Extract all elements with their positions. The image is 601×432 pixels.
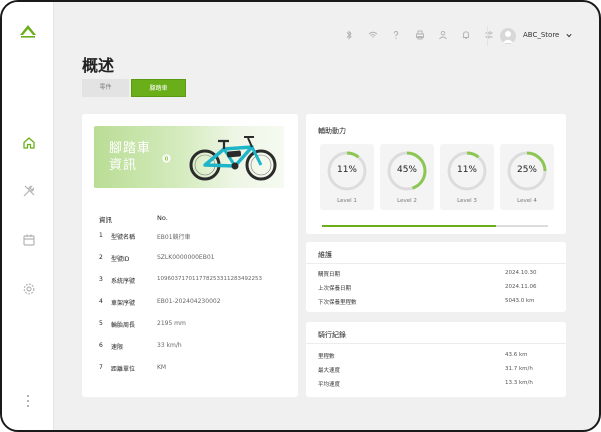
table-row-index: 1 — [99, 232, 103, 239]
info-column-header: 資訊 — [99, 216, 112, 224]
table-row-index: 5 — [99, 320, 103, 327]
list-item-label: 里程數 — [318, 354, 335, 360]
list-item-label: 購買日期 — [318, 272, 341, 278]
ride-log-card: 騎行紀錄 里程數 43.6 km 最大速度 31.7 km/h 平均速度 13.… — [306, 322, 566, 397]
list-item-label: 下次保養里程數 — [318, 300, 357, 306]
calendar-icon[interactable] — [22, 233, 36, 247]
gauge-label: Level 3 — [457, 198, 477, 204]
table-row-value: 2195 mm — [157, 320, 186, 327]
table-row-value: KM — [157, 364, 167, 371]
list-item-label: 上次保養日期 — [318, 286, 352, 292]
settings-icon[interactable] — [22, 282, 36, 296]
gauge-value: 11% — [456, 165, 477, 175]
assist-level-gauge[interactable]: 25% Level 4 — [500, 144, 554, 210]
gauge-label: Level 1 — [337, 198, 357, 204]
tab-bike[interactable]: 腳踏車 — [131, 79, 186, 97]
list-item-value: 31.7 km/h — [505, 366, 533, 372]
print-icon[interactable] — [415, 30, 425, 40]
app-window: ABC_Store 概述 零件 腳踏車 腳踏車資訊 資訊 No. 1 型號名稱 … — [0, 0, 601, 432]
table-row-label: 型號名稱 — [111, 234, 136, 241]
sidebar — [2, 2, 54, 430]
bike-info-banner: 腳踏車資訊 — [94, 126, 284, 188]
ride-log-title: 騎行紀錄 — [318, 331, 346, 339]
banner-title: 腳踏車資訊 — [109, 141, 152, 173]
assist-progress-fill — [322, 225, 497, 227]
top-bar: ABC_Store — [54, 24, 599, 48]
table-row-label: 距離單位 — [111, 366, 136, 373]
user-switch-icon[interactable] — [438, 30, 448, 40]
home-icon[interactable] — [22, 136, 36, 150]
main-content: ABC_Store 概述 零件 腳踏車 腳踏車資訊 資訊 No. 1 型號名稱 … — [54, 2, 599, 430]
assist-level-gauge[interactable]: 11% Level 1 — [320, 144, 374, 210]
list-item-value: 13.3 km/h — [505, 380, 533, 386]
gauge-value: 11% — [336, 165, 357, 175]
number-column-header: No. — [157, 214, 168, 222]
table-row-label: 車架序號 — [111, 300, 136, 307]
list-item-value: 2024.10.30 — [505, 270, 537, 276]
assist-title: 輔助動力 — [318, 127, 346, 135]
store-name[interactable]: ABC_Store — [523, 31, 559, 39]
list-item-label: 平均速度 — [318, 382, 341, 388]
maintenance-card: 維護 購買日期 2024.10.30 上次保養日期 2024.11.06 下次保… — [306, 242, 566, 312]
page-title: 概述 — [82, 56, 115, 75]
chevron-down-icon[interactable] — [566, 33, 572, 38]
table-row-label: 型號ID — [111, 256, 130, 263]
gauge-value: 45% — [396, 165, 417, 175]
tab-bar: 零件 腳踏車 — [82, 79, 188, 97]
table-row-index: 6 — [99, 342, 103, 349]
table-row-label: 系統序號 — [111, 278, 136, 285]
tools-icon[interactable] — [22, 184, 36, 198]
divider — [306, 343, 566, 344]
topbar-divider — [487, 26, 488, 46]
list-item-value: 5043.0 km — [505, 298, 535, 304]
assist-level-gauge[interactable]: 45% Level 2 — [380, 144, 434, 210]
maintenance-title: 維護 — [318, 251, 332, 259]
divider — [306, 263, 566, 264]
wifi-icon[interactable] — [368, 30, 378, 40]
user-avatar-icon — [502, 31, 514, 43]
brand-logo-icon[interactable] — [19, 24, 37, 38]
table-row-value: SZLK0000000EB01 — [157, 254, 215, 261]
bluetooth-icon[interactable] — [344, 30, 354, 40]
table-row-label: 速限 — [111, 344, 124, 351]
gauge-label: Level 2 — [397, 198, 417, 204]
assist-power-card: 輔助動力 11% Level 1 45% Level 2 11% Level 3… — [306, 114, 566, 234]
nfc-icon — [162, 154, 171, 163]
list-item-label: 最大速度 — [318, 368, 341, 374]
table-row-label: 輪胎周長 — [111, 322, 136, 329]
table-row-index: 4 — [99, 298, 103, 305]
table-row-index: 3 — [99, 276, 103, 283]
more-menu-icon[interactable] — [26, 394, 30, 408]
help-icon[interactable] — [391, 30, 401, 40]
bell-icon[interactable] — [461, 30, 471, 40]
bike-info-card: 腳踏車資訊 資訊 No. 1 型號名稱 EB01競行車 2 型號ID SZLK0… — [82, 114, 298, 397]
table-row-value: 33 km/h — [157, 342, 182, 349]
table-row-value: EB01-202404230002 — [157, 298, 221, 305]
assist-level-gauge[interactable]: 11% Level 3 — [440, 144, 494, 210]
table-row-index: 7 — [99, 364, 103, 371]
gauge-value: 25% — [516, 165, 537, 175]
table-row-value: EB01競行車 — [157, 234, 191, 241]
list-item-value: 43.6 km — [505, 352, 528, 358]
sliders-icon[interactable] — [484, 30, 494, 40]
assist-progress-bar — [322, 225, 548, 227]
gauge-label: Level 4 — [517, 198, 537, 204]
table-row-index: 2 — [99, 254, 103, 261]
table-row-value: 109603717011778253311283492253 — [157, 276, 262, 282]
list-item-value: 2024.11.06 — [505, 284, 537, 290]
tab-parts[interactable]: 零件 — [82, 79, 129, 97]
avatar[interactable] — [500, 28, 516, 44]
bicycle-image — [189, 136, 277, 181]
